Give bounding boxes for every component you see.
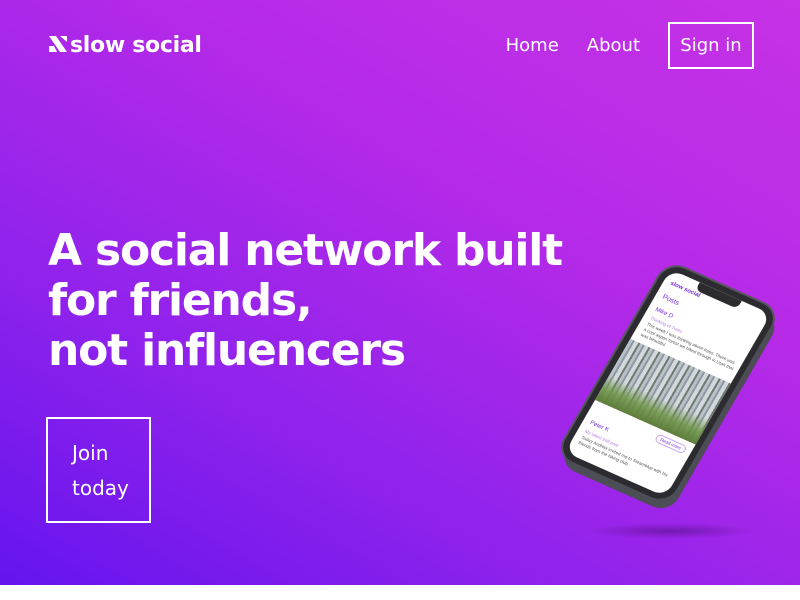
headline-line-3: not influencers xyxy=(48,325,406,376)
hero-section: slow social Home About Sign in A social … xyxy=(0,0,800,585)
cta-line-2: today xyxy=(72,476,129,500)
page-bottom-strip xyxy=(0,585,800,600)
cta-line-1: Join xyxy=(72,441,109,465)
phone-shadow xyxy=(585,523,755,539)
screen-section-title: Posts xyxy=(660,293,681,308)
phone-notch xyxy=(695,282,742,309)
slash-logo-icon xyxy=(48,34,68,58)
join-today-button[interactable]: Join today xyxy=(46,417,151,523)
main-nav: Home About Sign in xyxy=(506,22,754,69)
headline-line-2: for friends, xyxy=(48,275,313,326)
nav-link-home[interactable]: Home xyxy=(506,35,559,56)
signin-button[interactable]: Sign in xyxy=(668,22,754,69)
screen-app-name: slow social xyxy=(668,280,702,299)
hero-headline: A social network built for friends, not … xyxy=(48,226,568,376)
headline-line-1: A social network built xyxy=(48,225,563,276)
brand-name: slow social xyxy=(70,33,202,58)
phone-screen: slow social Posts Mike D Thinking of Tre… xyxy=(564,269,772,497)
brand-logo[interactable]: slow social xyxy=(48,33,202,58)
phone-mockup: slow social Posts Mike D Thinking of Tre… xyxy=(556,261,780,505)
nav-link-about[interactable]: About xyxy=(587,35,640,56)
